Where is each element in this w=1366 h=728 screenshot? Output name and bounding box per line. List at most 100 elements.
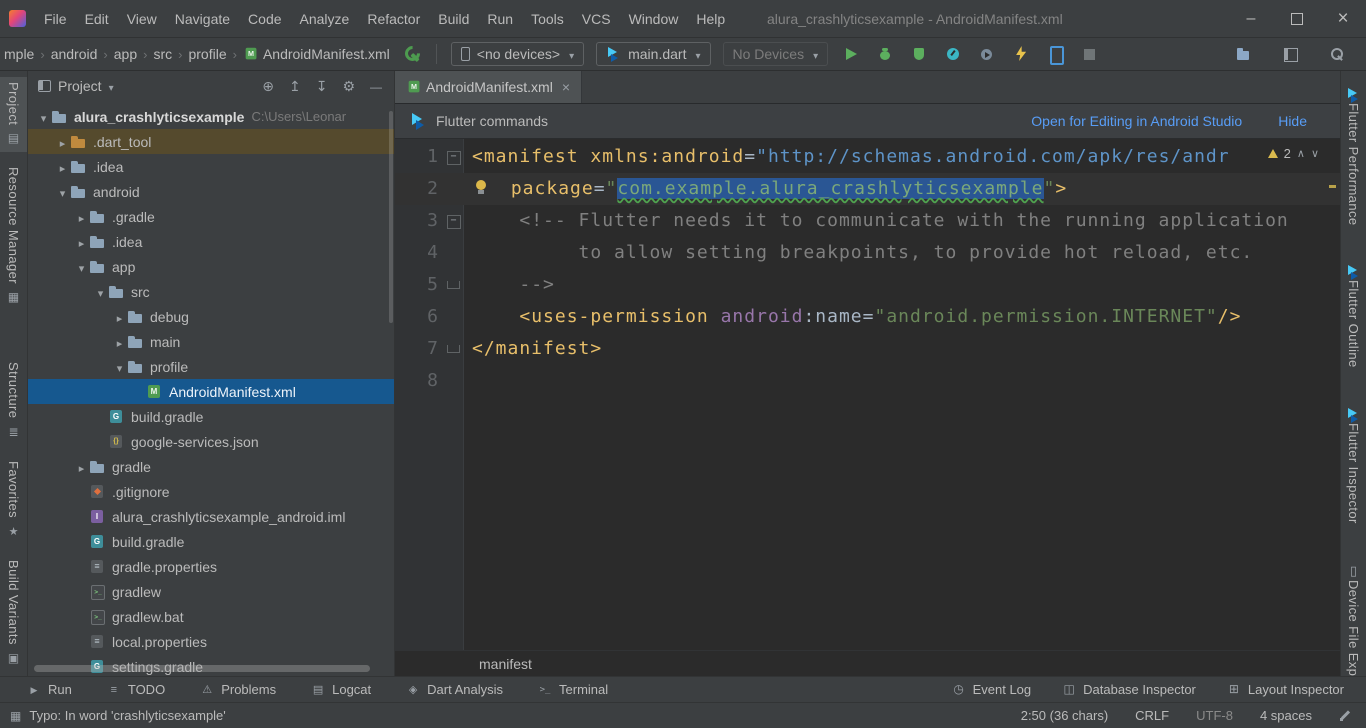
locate-file-button[interactable] [262, 78, 274, 95]
hot-reload-button[interactable] [1012, 45, 1030, 63]
menu-vcs[interactable]: VCS [573, 0, 620, 38]
error-stripe-mark[interactable] [1329, 185, 1336, 188]
tool-stripe-resource-manager[interactable]: Resource Manager [0, 162, 27, 311]
maximize-button[interactable] [1274, 0, 1320, 38]
tree-item-gradle[interactable]: .gradle [28, 204, 394, 229]
toolwindow-todo[interactable]: TODO [106, 682, 165, 697]
tool-stripe-favorites[interactable]: Favorites [0, 456, 27, 545]
horizontal-scrollbar[interactable] [34, 665, 370, 672]
collapse-all-button[interactable] [316, 78, 328, 95]
run-coverage-button[interactable] [910, 45, 928, 63]
chevron-down-icon[interactable] [55, 184, 70, 200]
attach-debugger-button[interactable] [978, 45, 996, 63]
toolwindow-dart-analysis[interactable]: Dart Analysis [405, 682, 503, 697]
menu-window[interactable]: Window [620, 0, 688, 38]
tree-item-alura-crashlyticsexample[interactable]: alura_crashlyticsexampleC:\Users\Leonar [28, 104, 394, 129]
tool-stripe-flutter-outline[interactable]: Flutter Outline [1341, 254, 1366, 373]
fold-marker-icon[interactable] [442, 269, 464, 301]
toolwindow-logcat[interactable]: Logcat [310, 682, 371, 697]
device-status-dropdown[interactable]: No Devices [723, 42, 829, 66]
toolwindow-terminal[interactable]: Terminal [537, 682, 608, 697]
tree-item-gitignore[interactable]: .gitignore [28, 479, 394, 504]
indent-setting[interactable]: 4 spaces [1260, 708, 1312, 723]
chevron-down-icon[interactable] [102, 78, 114, 94]
chevron-down-icon[interactable] [93, 284, 108, 300]
menu-navigate[interactable]: Navigate [166, 0, 239, 38]
file-encoding[interactable]: UTF-8 [1196, 708, 1233, 723]
close-button[interactable] [1320, 0, 1366, 38]
fold-marker-icon[interactable] [442, 333, 464, 365]
hide-banner-link[interactable]: Hide [1278, 113, 1307, 129]
tree-item-gradle-properties[interactable]: gradle.properties [28, 554, 394, 579]
next-problem-icon[interactable] [1311, 147, 1319, 160]
tree-item-src[interactable]: src [28, 279, 394, 304]
status-message[interactable]: Typo: In word 'crashlyticsexample' [29, 708, 225, 723]
code-line-3[interactable]: 3 <!-- Flutter needs it to communicate w… [395, 205, 1340, 237]
code-line-6[interactable]: 6 <uses-permission android:name="android… [395, 301, 1340, 333]
tool-stripe-flutter-inspector[interactable]: Flutter Inspector [1341, 397, 1366, 529]
caret-position[interactable]: 2:50 (36 chars) [1021, 708, 1108, 723]
tool-stripe-build-variants[interactable]: Build Variants [0, 555, 27, 672]
chevron-right-icon[interactable] [74, 209, 89, 225]
chevron-down-icon[interactable] [74, 259, 89, 275]
toolwindow-run[interactable]: Run [26, 682, 72, 697]
breadcrumb-item-androidmanifest-xml[interactable]: AndroidManifest.xml [241, 46, 392, 62]
tree-item-build-gradle[interactable]: build.gradle [28, 404, 394, 429]
code-line-4[interactable]: 4 to allow setting breakpoints, to provi… [395, 237, 1340, 269]
flutter-attach-icon[interactable] [404, 45, 422, 63]
tree-item-profile[interactable]: profile [28, 354, 394, 379]
stop-button[interactable] [1080, 45, 1098, 63]
vertical-scrollbar[interactable] [389, 111, 393, 323]
settings-gear-icon[interactable] [342, 78, 355, 95]
chevron-right-icon[interactable] [112, 334, 127, 350]
menu-code[interactable]: Code [239, 0, 290, 38]
fold-marker-icon[interactable] [442, 141, 464, 173]
code-line-5[interactable]: 5 --> [395, 269, 1340, 301]
menu-edit[interactable]: Edit [76, 0, 118, 38]
hide-panel-button[interactable] [370, 78, 382, 94]
tab-androidmanifest[interactable]: AndroidManifest.xml [395, 71, 582, 103]
tree-item-build-gradle[interactable]: build.gradle [28, 529, 394, 554]
line-separator[interactable]: CRLF [1135, 708, 1169, 723]
chevron-right-icon[interactable] [74, 234, 89, 250]
tree-item-alura-crashlyticsexample-android-iml[interactable]: alura_crashlyticsexample_android.iml [28, 504, 394, 529]
chevron-right-icon[interactable] [55, 134, 70, 150]
toolwindow-problems[interactable]: Problems [199, 682, 276, 697]
open-in-android-studio-link[interactable]: Open for Editing in Android Studio [1031, 113, 1242, 129]
project-panel-title[interactable]: Project [58, 78, 102, 94]
debug-button[interactable] [876, 45, 894, 63]
writable-status-icon[interactable] [1339, 709, 1352, 722]
fold-marker-icon[interactable] [442, 205, 464, 237]
profiler-button[interactable] [944, 45, 962, 63]
connect-device-button[interactable] [1046, 45, 1064, 63]
intention-bulb-icon[interactable] [474, 180, 488, 195]
device-selector-dropdown[interactable]: <no devices> [451, 42, 584, 66]
tree-item-main[interactable]: main [28, 329, 394, 354]
tree-item-app[interactable]: app [28, 254, 394, 279]
chevron-right-icon[interactable] [112, 309, 127, 325]
breadcrumb-item-profile[interactable]: profile [186, 46, 228, 62]
tree-item-gradle[interactable]: gradle [28, 454, 394, 479]
menu-refactor[interactable]: Refactor [358, 0, 429, 38]
menu-file[interactable]: File [35, 0, 76, 38]
inspection-widget[interactable]: 2 [1263, 144, 1324, 163]
breadcrumb-item-app[interactable]: app [112, 46, 139, 62]
previous-problem-icon[interactable] [1297, 147, 1305, 160]
tree-item-google-services-json[interactable]: google-services.json [28, 429, 394, 454]
run-config-dropdown[interactable]: main.dart [596, 42, 710, 66]
menu-run[interactable]: Run [478, 0, 522, 38]
code-line-8[interactable]: 8 [395, 365, 1340, 397]
menu-view[interactable]: View [118, 0, 166, 38]
tree-item-gradlew-bat[interactable]: gradlew.bat [28, 604, 394, 629]
code-line-7[interactable]: 7</manifest> [395, 333, 1340, 365]
menu-analyze[interactable]: Analyze [291, 0, 359, 38]
chevron-down-icon[interactable] [36, 109, 51, 125]
tree-item-gradlew[interactable]: gradlew [28, 579, 394, 604]
toolwindow-database-inspector[interactable]: Database Inspector [1061, 682, 1196, 697]
chevron-right-icon[interactable] [74, 459, 89, 475]
layout-editor-button[interactable] [1281, 45, 1299, 63]
breadcrumb-item-mple[interactable]: mple [2, 46, 36, 62]
close-tab-icon[interactable] [562, 80, 570, 94]
tree-item-android[interactable]: android [28, 179, 394, 204]
device-file-explorer-button[interactable] [1234, 45, 1252, 63]
